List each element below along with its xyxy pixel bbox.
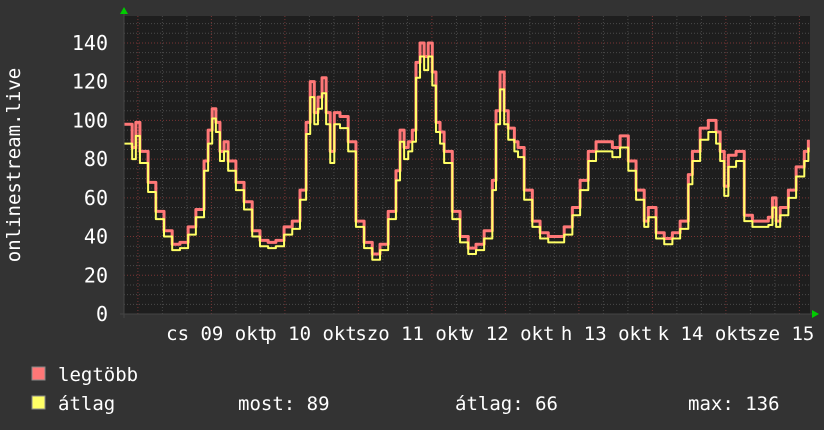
y-tick-label: 80: [84, 147, 108, 171]
legend-label-avg: átlag: [58, 393, 115, 415]
stat-avg: átlag: 66: [455, 393, 558, 415]
x-tick-label: cs 09 okt: [166, 323, 269, 345]
y-tick-label: 40: [84, 225, 108, 249]
x-axis-arrow-icon: [812, 310, 819, 318]
plot-area: [124, 16, 810, 314]
y-axis-arrow-icon: [120, 7, 128, 14]
legend-swatch-avg: [31, 395, 46, 410]
y-tick-label: 20: [84, 263, 108, 287]
y-axis-label: onlinestream.live: [3, 68, 25, 262]
chart: 0 20 40 60 80 100 120 140 cs 09 oktp 10 oktszo …: [3, 7, 824, 415]
x-tick-label: v 12 okt: [463, 323, 555, 345]
stat-max: max: 136: [688, 393, 780, 415]
y-tick-label: 120: [72, 70, 108, 94]
legend-label-max: legtöbb: [58, 364, 138, 386]
legend-swatch-max: [31, 366, 46, 381]
x-tick-label: k 14 okt: [658, 323, 750, 345]
y-tick-label: 0: [96, 302, 108, 326]
chart-container: 0 20 40 60 80 100 120 140 cs 09 okt p 10 okt szo …: [0, 0, 824, 430]
x-tick-label: h 13 okt: [561, 323, 653, 345]
x-tick-label: sze 15 okt: [746, 323, 824, 345]
x-tick-label: p 10 okt: [265, 323, 357, 345]
y-tick-label: 100: [72, 108, 108, 132]
y-tick-labels: 0 20 40 60 80 100 120 140: [72, 31, 108, 326]
stat-now: most: 89: [238, 393, 330, 415]
x-tick-labels: cs 09 oktp 10 oktszo 11 oktv 12 okt h 13 …: [166, 323, 824, 345]
y-tick-label: 60: [84, 186, 108, 210]
y-tick-label: 140: [72, 31, 108, 55]
x-tick-label: szo 11 okt: [355, 323, 469, 345]
